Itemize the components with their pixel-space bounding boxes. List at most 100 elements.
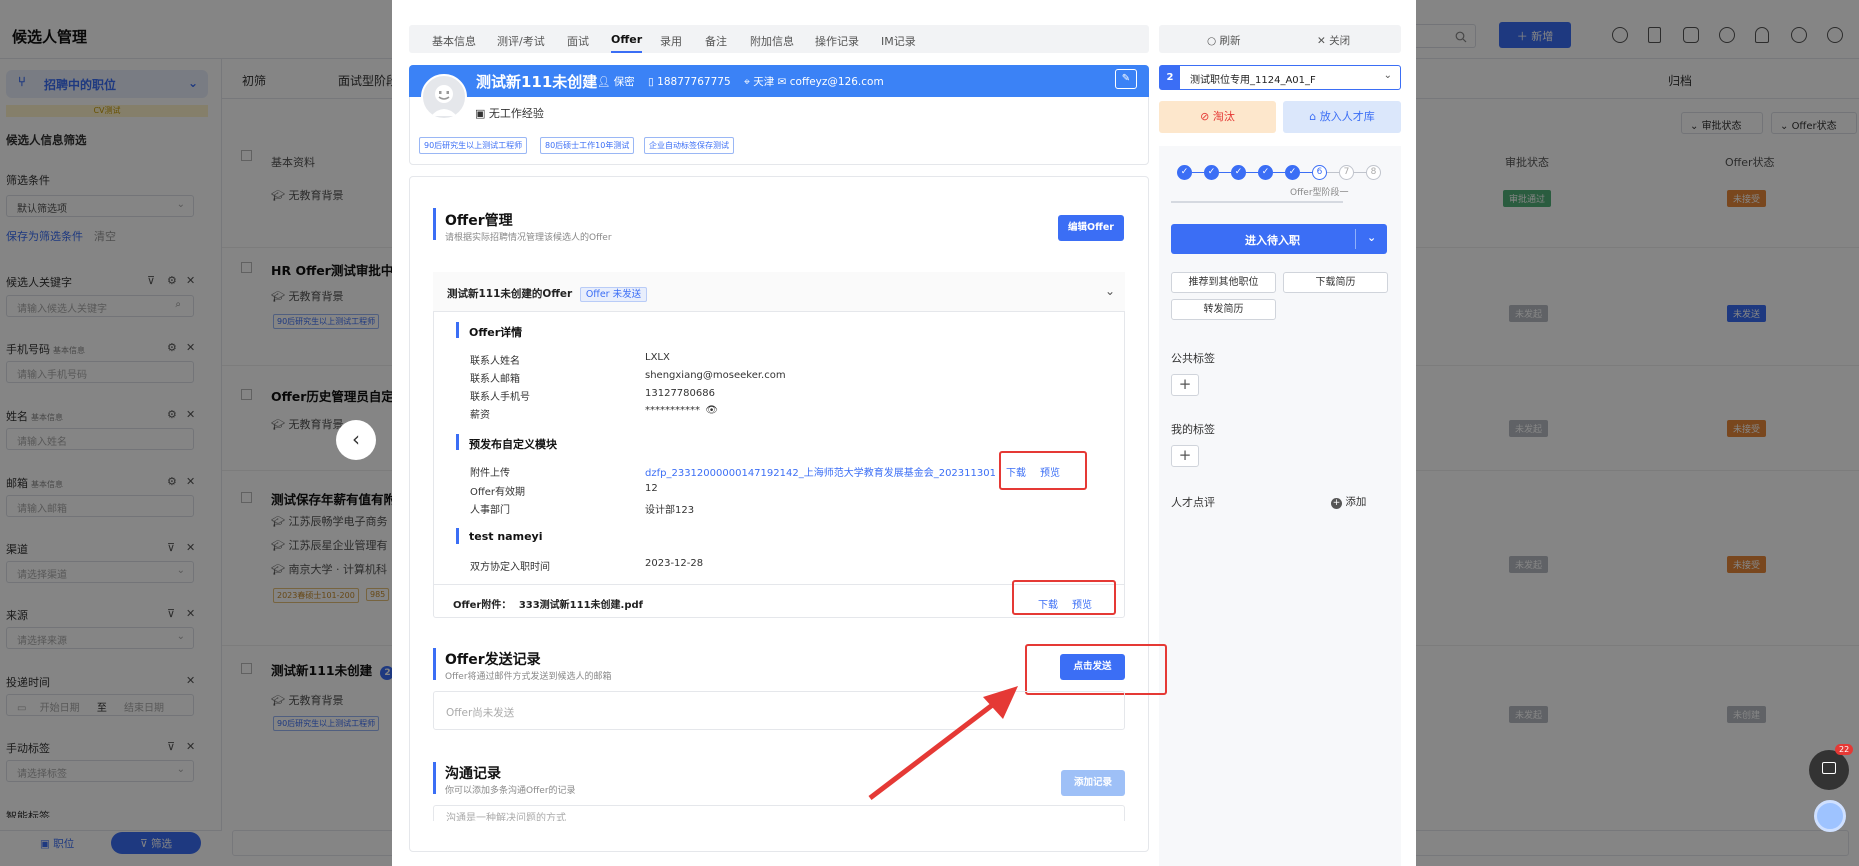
offer-card-title: 测试新111未创建的Offer Offer 未发送 xyxy=(447,286,648,302)
section-marker xyxy=(433,648,436,680)
offer-details-title: Offer详情 xyxy=(469,326,523,339)
tab-hire[interactable]: 录用 xyxy=(660,33,682,49)
default-avatar-icon xyxy=(431,85,457,116)
pencil-icon: ✎ xyxy=(1121,73,1131,84)
download-link[interactable]: 下载 xyxy=(1006,464,1026,479)
refresh-icon: ○ xyxy=(1207,35,1217,47)
add-record-button[interactable]: 添加记录 xyxy=(1061,770,1125,796)
mail-icon: ✉ xyxy=(777,76,787,88)
step-current: 6 xyxy=(1312,165,1327,180)
step-line xyxy=(1192,172,1204,173)
job-position-select[interactable]: 2 测试职位专用_1124_A01_F ⌄ xyxy=(1159,65,1401,90)
step-line xyxy=(1354,172,1366,173)
eliminate-button[interactable]: ⊘ 淘汰 xyxy=(1159,101,1276,133)
avatar xyxy=(421,74,467,120)
step-line xyxy=(1246,172,1258,173)
tab-notes[interactable]: 备注 xyxy=(705,33,727,49)
send-offer-button[interactable]: 点击发送 xyxy=(1060,654,1125,680)
stage-progress xyxy=(1171,201,1343,203)
tab-operation-log[interactable]: 操作记录 xyxy=(815,33,859,49)
prev-candidate-button[interactable]: ‹ xyxy=(336,420,376,460)
candidate-name-title: 测试新111未创建 xyxy=(476,73,598,91)
chevron-down-icon: ⌄ xyxy=(1383,70,1392,81)
detail-value: 13127780686 xyxy=(645,388,715,399)
send-record-subtitle: Offer将通过邮件方式发送到候选人的邮箱 xyxy=(445,672,612,682)
download-link[interactable]: 下载 xyxy=(1038,596,1058,611)
briefcase-icon: ▣ xyxy=(475,107,486,120)
step-done: ✓ xyxy=(1285,165,1300,180)
add-comment-button[interactable]: + 添加 xyxy=(1331,494,1366,509)
offer-mgmt-subtitle: 请根据实际招聘情况管理该候选人的Offer xyxy=(445,233,612,243)
salary-masked: *********** 👁︎ xyxy=(645,405,718,416)
chat-button[interactable]: 22 xyxy=(1809,744,1854,790)
custom-module-title: 预发布自定义模块 xyxy=(469,438,557,451)
comm-record-subtitle: 你可以添加多条沟通Offer的记录 xyxy=(445,786,576,796)
download-cv-button[interactable]: 下载简历 xyxy=(1283,272,1388,293)
tab-assessment[interactable]: 测评/考试 xyxy=(497,33,545,49)
comm-record-title: 沟通记录 xyxy=(445,766,501,782)
enter-onboarding-button[interactable]: 进入待入职 ⌄ xyxy=(1171,224,1387,254)
stage-label: Offer型阶段一 xyxy=(1290,188,1349,198)
preview-link[interactable]: 预览 xyxy=(1040,464,1060,479)
detail-value: 2023-12-28 xyxy=(645,558,704,569)
close-drawer-button[interactable]: ✕ 关闭 xyxy=(1317,33,1350,48)
preview-link[interactable]: 预览 xyxy=(1072,596,1092,611)
candidate-tag: 80后硕士工作10年测试 xyxy=(540,137,635,154)
candidate-tag: 企业自动标签保存测试 xyxy=(644,137,734,154)
add-public-tag-button[interactable]: + xyxy=(1171,374,1199,396)
tab-interview[interactable]: 面试 xyxy=(567,33,589,49)
section-marker xyxy=(433,762,436,794)
highlight-box xyxy=(1012,580,1116,615)
step-line xyxy=(1273,172,1285,173)
detail-label: Offer有效期 xyxy=(470,487,526,498)
chevron-down-icon[interactable]: ⌄ xyxy=(1105,284,1115,298)
candidate-contact-info: 👤︎ 保密 ▯ 18877767775 ⌖ 天津 ✉ coffeyz@126.c… xyxy=(597,76,884,88)
detail-value: 12 xyxy=(645,483,658,494)
tab-basic-info[interactable]: 基本信息 xyxy=(432,33,476,49)
assistant-avatar-icon[interactable] xyxy=(1814,800,1846,832)
close-icon: ✕ xyxy=(1317,35,1326,47)
add-my-tag-button[interactable]: + xyxy=(1171,445,1199,467)
comm-input[interactable]: 沟通是一种解决问题的方式 xyxy=(433,805,1125,821)
attachment-link[interactable]: dzfp_23312000000147192142_上海师范大学教育发展基金会_… xyxy=(645,464,995,479)
edit-offer-button[interactable]: 编辑Offer xyxy=(1058,215,1124,241)
step-done: ✓ xyxy=(1177,165,1192,180)
tab-im-log[interactable]: IM记录 xyxy=(881,33,916,49)
talent-pool-button[interactable]: ⌂ 放入人才库 xyxy=(1283,101,1401,133)
section-marker xyxy=(433,208,436,240)
edit-candidate-button[interactable]: ✎ xyxy=(1115,69,1137,89)
chat-icon xyxy=(1822,762,1836,774)
step-todo: 7 xyxy=(1339,165,1354,180)
offer-mgmt-title: Offer管理 xyxy=(445,213,513,229)
detail-label: 联系人邮箱 xyxy=(470,374,520,385)
detail-label: 附件上传 xyxy=(470,468,510,479)
step-todo: 8 xyxy=(1366,165,1381,180)
tab-additional-info[interactable]: 附加信息 xyxy=(750,33,794,49)
chevron-down-icon[interactable]: ⌄ xyxy=(1367,231,1376,244)
plus-circle-icon: + xyxy=(1331,498,1342,509)
location-icon: ⌖ xyxy=(744,76,750,88)
detail-value: shengxiang@moseeker.com xyxy=(645,370,786,381)
step-line xyxy=(1219,172,1231,173)
step-done: ✓ xyxy=(1258,165,1273,180)
plus-icon: + xyxy=(1178,375,1192,393)
recommend-button[interactable]: 推荐到其他职位 xyxy=(1171,272,1276,293)
tab-offer[interactable]: Offer xyxy=(611,33,643,53)
drawer-control-bar: ○ 刷新 ✕ 关闭 xyxy=(1159,25,1401,53)
forward-cv-button[interactable]: 转发简历 xyxy=(1171,299,1276,320)
detail-label: 人事部门 xyxy=(470,505,510,516)
dropdown-divider xyxy=(1355,229,1356,249)
detail-label: 双方协定入职时间 xyxy=(470,562,550,573)
offer-status-badge: Offer 未发送 xyxy=(579,287,648,302)
talent-comment-label: 人才点评 xyxy=(1171,496,1215,509)
person-icon: 👤︎ xyxy=(597,76,611,88)
eye-icon[interactable]: 👁︎ xyxy=(705,405,718,416)
chat-count-badge: 22 xyxy=(1835,744,1854,755)
detail-label: 薪资 xyxy=(470,410,490,421)
step-done: ✓ xyxy=(1204,165,1219,180)
step-done: ✓ xyxy=(1231,165,1246,180)
refresh-button[interactable]: ○ 刷新 xyxy=(1207,33,1241,48)
detail-value: LXLX xyxy=(645,352,670,363)
phone-icon: ▯ xyxy=(648,76,654,88)
ban-icon: ⊘ xyxy=(1200,110,1210,123)
